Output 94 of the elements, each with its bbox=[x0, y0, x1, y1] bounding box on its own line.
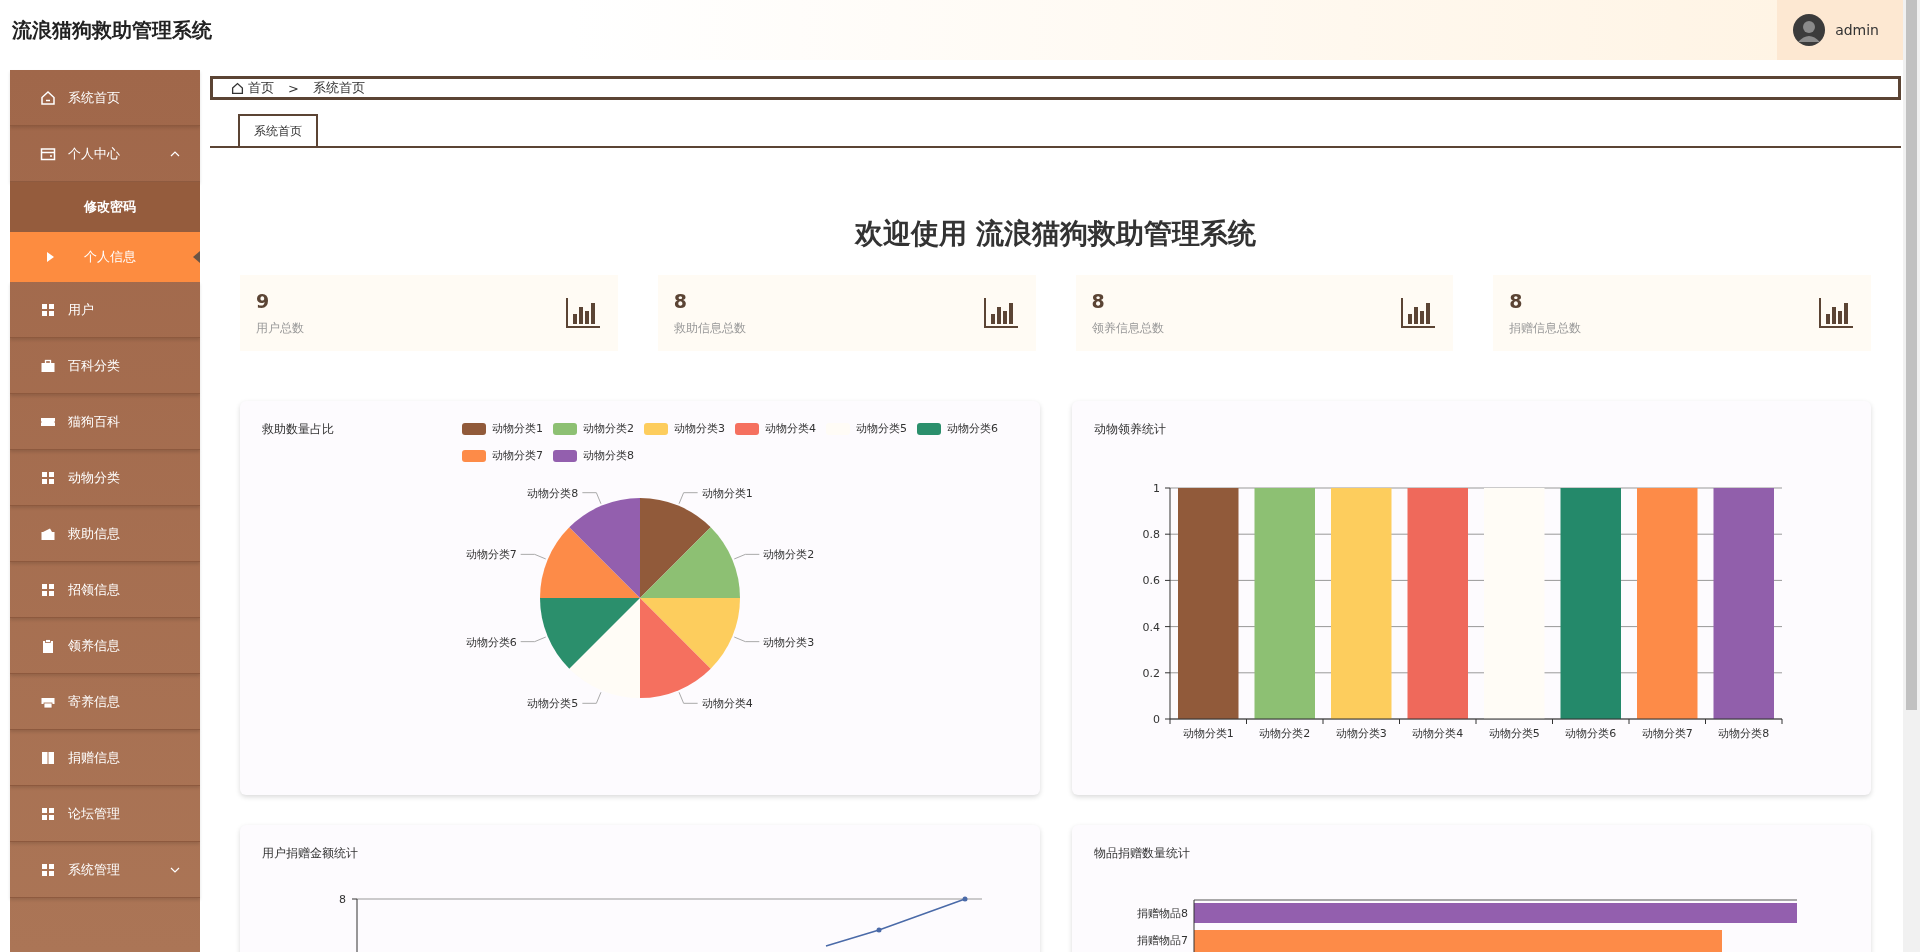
app-title: 流浪猫狗救助管理系统 bbox=[12, 16, 212, 44]
sidebar-item[interactable]: 寄养信息 bbox=[10, 674, 200, 730]
clipboard-icon bbox=[40, 637, 56, 654]
submenu-item[interactable]: 修改密码 bbox=[10, 182, 200, 232]
leader-line bbox=[581, 691, 602, 704]
sidebar-item[interactable]: 领养信息 bbox=[10, 618, 200, 674]
axis-label: 动物分类6 bbox=[1564, 727, 1616, 740]
leader-line bbox=[581, 492, 602, 505]
grid-icon bbox=[40, 805, 56, 822]
card-icon bbox=[40, 145, 56, 162]
axis-label: 8 bbox=[339, 893, 346, 906]
chart-title: 救助数量占比 bbox=[262, 421, 335, 438]
grid-icon bbox=[40, 581, 56, 598]
sidebar-item[interactable]: 救助信息 bbox=[10, 506, 200, 562]
briefcase-icon bbox=[40, 357, 56, 374]
breadcrumb-link[interactable]: 首页 bbox=[248, 79, 274, 97]
sidebar-item[interactable]: 百科分类 bbox=[10, 338, 200, 394]
stat-label: 救助信息总数 bbox=[673, 319, 746, 337]
bar-chart-icon bbox=[1401, 298, 1436, 328]
axis-label: 动物分类2 bbox=[1258, 727, 1310, 740]
sidebar-item[interactable]: 动物分类 bbox=[10, 450, 200, 506]
stat-value: 9 bbox=[256, 289, 271, 312]
slice-label: 动物分类3 bbox=[763, 635, 815, 649]
legend-item[interactable]: 动物分类1 bbox=[462, 421, 543, 436]
chart-title: 用户捐赠金额统计 bbox=[262, 845, 358, 862]
tab[interactable]: 系统首页 bbox=[238, 114, 318, 146]
sidebar-item[interactable]: 用户 bbox=[10, 282, 200, 338]
chart-title: 物品捐赠数量统计 bbox=[1093, 845, 1190, 862]
axis-label: 0.4 bbox=[1142, 620, 1160, 634]
axis-label: 0.6 bbox=[1142, 574, 1160, 588]
legend-item[interactable]: 动物分类5 bbox=[826, 421, 907, 436]
bar-chart-icon bbox=[983, 298, 1018, 328]
axis-label: 0 bbox=[1152, 713, 1160, 726]
home-icon bbox=[231, 81, 244, 95]
axis-label: 动物分类4 bbox=[1411, 727, 1463, 740]
slice-label: 动物分类2 bbox=[763, 548, 815, 562]
slice-label: 动物分类4 bbox=[701, 697, 753, 711]
stat-value: 8 bbox=[673, 289, 688, 312]
avatar bbox=[1793, 14, 1826, 46]
home-icon bbox=[40, 89, 56, 106]
axis-label: 动物分类7 bbox=[1641, 727, 1693, 740]
slice-label: 动物分类5 bbox=[527, 697, 579, 711]
breadcrumb-separator: > bbox=[288, 80, 299, 96]
sidebar-item[interactable]: 捐赠信息 bbox=[10, 730, 200, 786]
axis-label: 捐赠物品7 bbox=[1136, 934, 1188, 947]
book-icon bbox=[40, 749, 56, 766]
pointer-icon bbox=[193, 251, 200, 263]
stat-value: 8 bbox=[1509, 289, 1524, 312]
legend-item[interactable]: 动物分类8 bbox=[553, 448, 634, 463]
chart-title: 动物领养统计 bbox=[1093, 421, 1166, 438]
axis-label: 0.8 bbox=[1142, 528, 1160, 542]
axis-label: 动物分类5 bbox=[1488, 727, 1540, 740]
breadcrumb-link[interactable]: 系统首页 bbox=[312, 79, 365, 97]
stat-value: 8 bbox=[1091, 289, 1106, 312]
slice-label: 动物分类7 bbox=[465, 548, 517, 562]
sidebar-item[interactable]: 招领信息 bbox=[10, 562, 200, 618]
leader-line bbox=[733, 553, 760, 560]
axis-label: 动物分类8 bbox=[1717, 727, 1769, 740]
scrollbar[interactable] bbox=[1903, 0, 1920, 952]
sidebar-item[interactable]: 系统首页 bbox=[10, 70, 200, 126]
caret-icon bbox=[47, 252, 54, 262]
bar-chart-icon bbox=[1819, 298, 1853, 328]
legend-item[interactable]: 动物分类6 bbox=[917, 421, 998, 436]
welcome-title: 欢迎使用 流浪猫狗救助管理系统 bbox=[853, 216, 1258, 252]
stat-label: 领养信息总数 bbox=[1091, 319, 1164, 337]
leader-line bbox=[520, 553, 547, 560]
legend-item[interactable]: 动物分类4 bbox=[735, 421, 816, 436]
legend-item[interactable]: 动物分类7 bbox=[462, 448, 543, 463]
user-menu[interactable]: admin bbox=[1777, 0, 1903, 60]
leader-line bbox=[678, 492, 699, 505]
slice-label: 动物分类8 bbox=[527, 486, 579, 500]
grid-icon bbox=[40, 861, 56, 878]
legend-item[interactable]: 动物分类3 bbox=[644, 421, 725, 436]
grid-icon bbox=[40, 301, 56, 318]
leader-line bbox=[678, 691, 699, 704]
axis-label: 动物分类3 bbox=[1335, 727, 1387, 740]
leader-line bbox=[733, 636, 760, 643]
axis-label: 0.2 bbox=[1142, 666, 1160, 680]
sidebar-item[interactable]: 猫狗百科 bbox=[10, 394, 200, 450]
stat-label: 用户总数 bbox=[256, 319, 304, 337]
submenu-item[interactable]: 个人信息 bbox=[10, 232, 200, 282]
y-axis bbox=[351, 898, 358, 952]
legend-item[interactable]: 动物分类2 bbox=[553, 421, 634, 436]
slice-label: 动物分类6 bbox=[465, 635, 517, 649]
stat-label: 捐赠信息总数 bbox=[1509, 319, 1582, 337]
bar-chart-icon bbox=[565, 298, 600, 328]
grid-icon bbox=[40, 469, 56, 486]
sidebar-item[interactable]: 论坛管理 bbox=[10, 786, 200, 842]
axis-label: 动物分类1 bbox=[1182, 727, 1234, 740]
sidebar-item[interactable]: 系统管理 bbox=[10, 842, 200, 898]
leader-line bbox=[520, 636, 547, 643]
axis-label: 捐赠物品8 bbox=[1136, 907, 1188, 920]
slice-label: 动物分类1 bbox=[701, 486, 753, 500]
axis-label: 1 bbox=[1152, 482, 1160, 495]
